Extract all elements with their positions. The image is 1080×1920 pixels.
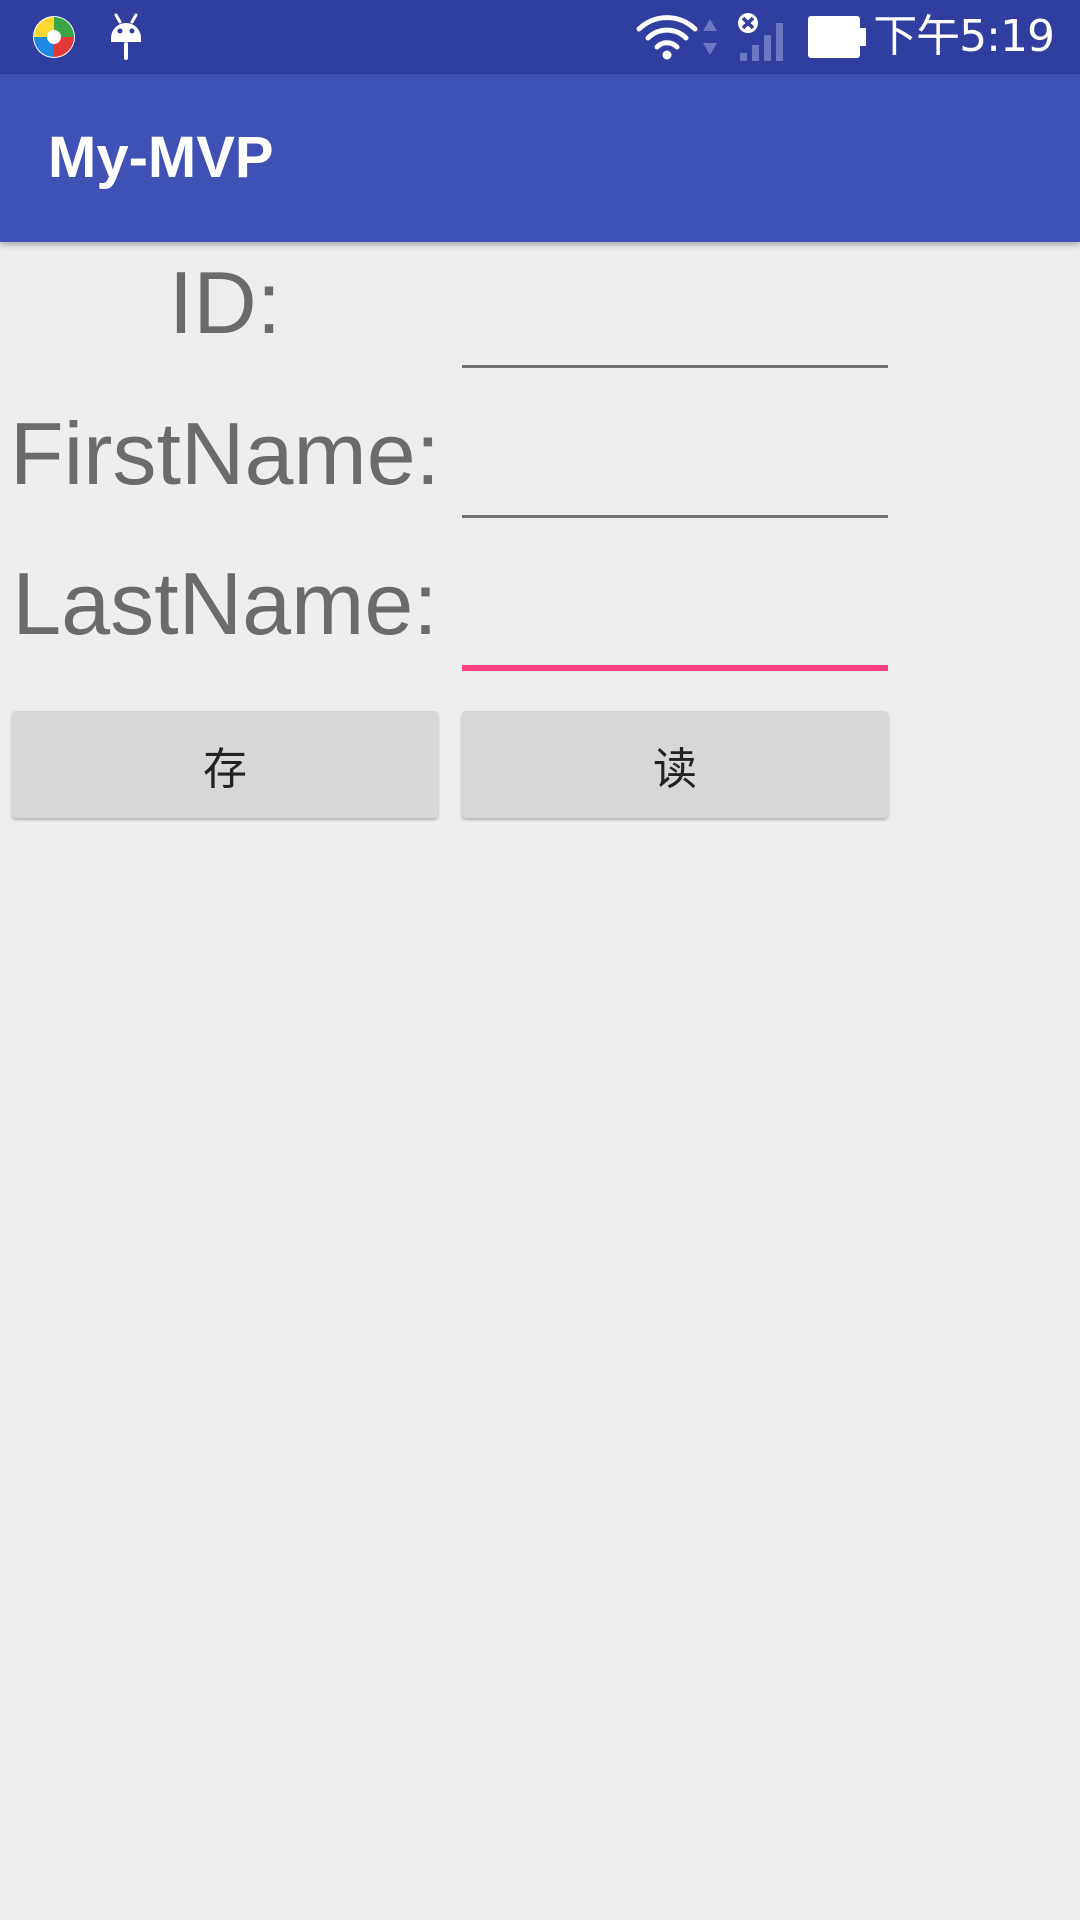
lastname-field-underline	[462, 665, 888, 671]
firstname-field-underline	[462, 515, 888, 518]
lastname-field[interactable]	[462, 572, 888, 662]
read-button[interactable]: 读	[462, 711, 888, 818]
firstname-field[interactable]	[462, 422, 888, 512]
id-label: ID:	[168, 253, 282, 352]
status-bar-time: 下午5:19	[873, 11, 1055, 62]
read-button-label: 读	[653, 743, 697, 795]
save-button[interactable]: 存	[12, 711, 438, 818]
firstname-label: FirstName:	[9, 404, 441, 503]
app-bar: My-MVP	[0, 74, 1080, 242]
android-debug-icon	[106, 0, 146, 74]
status-bar: 下午5:19	[0, 0, 1080, 74]
app-launcher-icon	[30, 0, 78, 74]
save-button-label: 存	[203, 743, 247, 795]
id-field[interactable]	[462, 272, 888, 362]
data-activity-icon	[700, 0, 720, 74]
app-title: My-MVP	[48, 125, 274, 190]
battery-icon	[808, 0, 868, 74]
wifi-icon	[636, 0, 698, 74]
no-signal-icon	[734, 0, 792, 74]
id-field-underline	[462, 365, 888, 368]
lastname-label: LastName:	[12, 554, 438, 653]
